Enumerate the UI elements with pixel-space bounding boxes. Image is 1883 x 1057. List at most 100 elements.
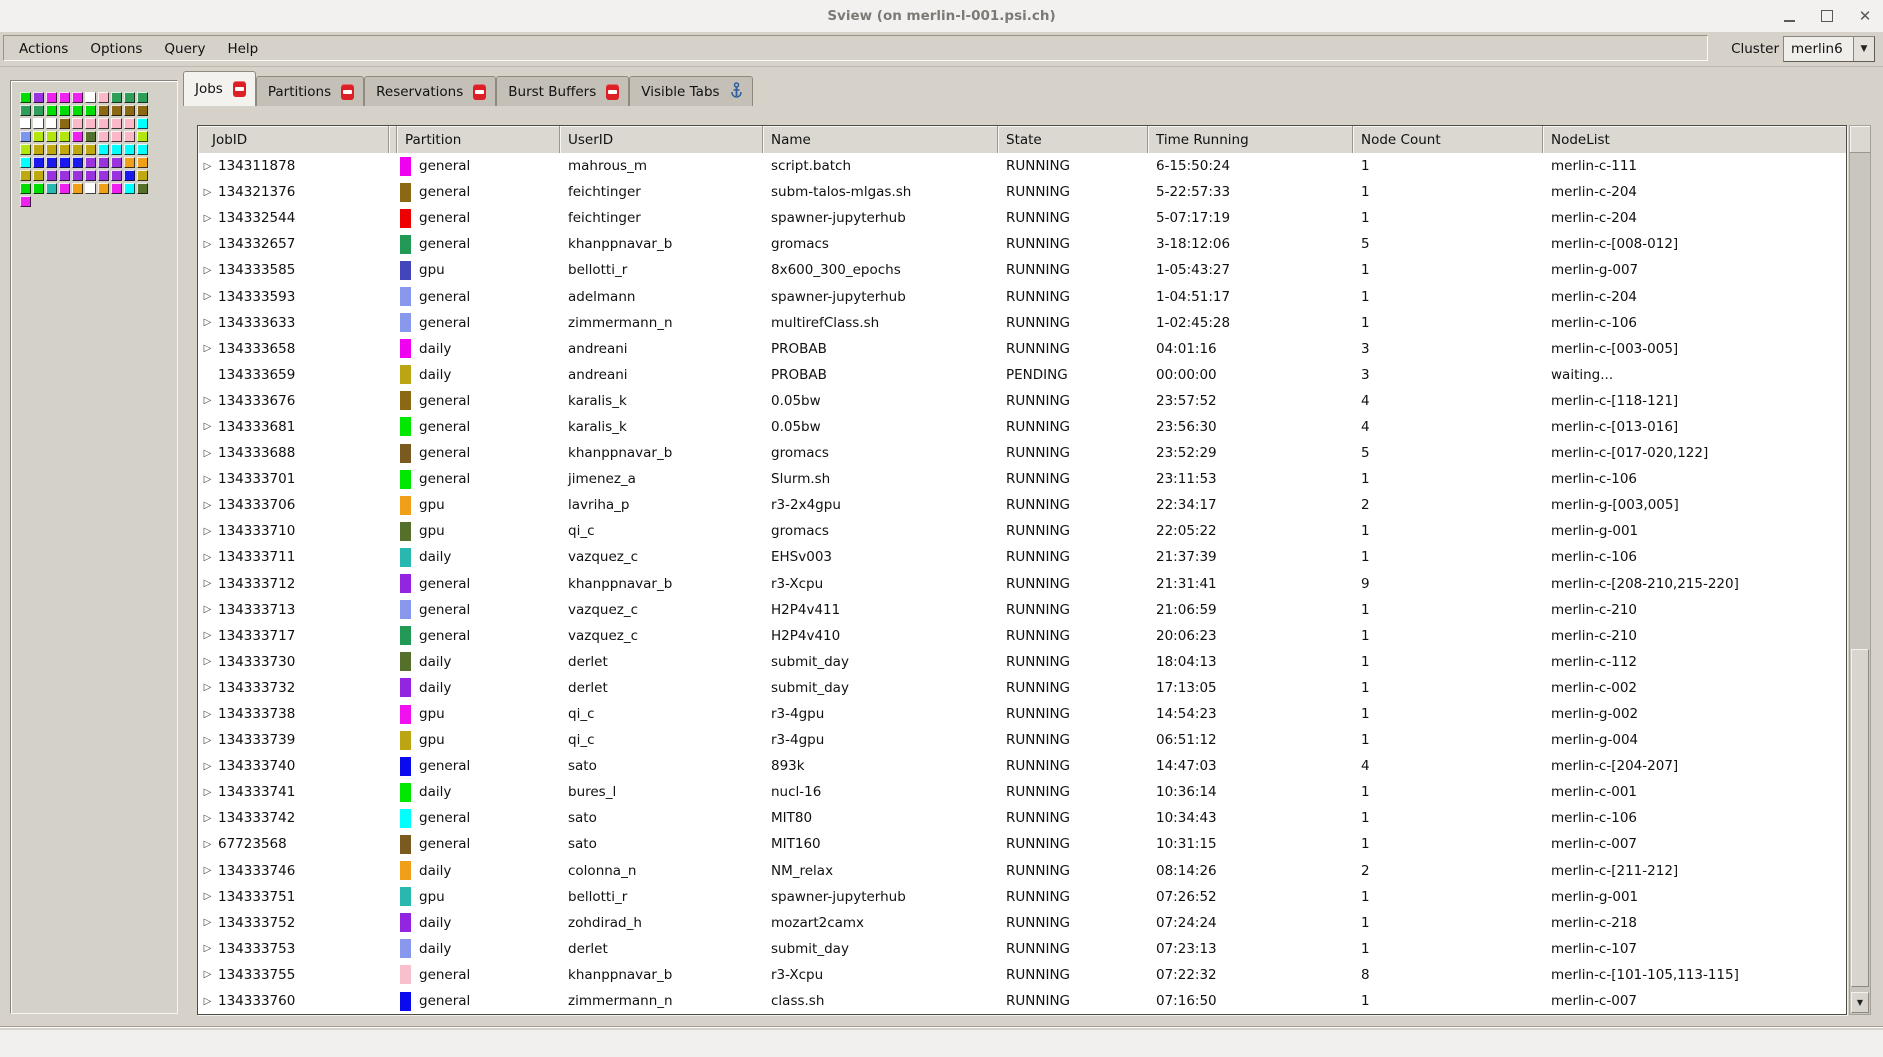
table-row[interactable]: ▷ 134333742 general sato MIT80 RUNNING 1… <box>198 805 1846 831</box>
table-row[interactable]: ▷ 134333658 daily andreani PROBAB RUNNIN… <box>198 336 1846 362</box>
node-square[interactable] <box>46 144 57 155</box>
node-square[interactable] <box>137 157 148 168</box>
column-header-partition[interactable]: Partition <box>397 126 560 153</box>
node-square[interactable] <box>33 144 44 155</box>
node-square[interactable] <box>72 105 83 116</box>
row-expander-icon[interactable]: ▷ <box>200 996 215 1007</box>
remove-tab-icon[interactable] <box>341 84 354 100</box>
remove-tab-icon[interactable] <box>233 81 246 97</box>
node-square[interactable] <box>137 92 148 103</box>
cluster-select[interactable]: merlin6 ▼ <box>1783 36 1875 62</box>
row-expander-icon[interactable]: ▷ <box>200 813 215 824</box>
node-square[interactable] <box>85 131 96 142</box>
column-header-state[interactable]: State <box>998 126 1148 153</box>
table-row[interactable]: ▷ 134333717 general vazquez_c H2P4v410 R… <box>198 623 1846 649</box>
node-square[interactable] <box>111 144 122 155</box>
node-square[interactable] <box>33 92 44 103</box>
table-row[interactable]: ▷ 134332544 general feichtinger spawner-… <box>198 205 1846 231</box>
node-square[interactable] <box>59 131 70 142</box>
node-square[interactable] <box>98 118 109 129</box>
chevron-down-icon[interactable]: ▼ <box>1853 37 1874 61</box>
node-square[interactable] <box>59 183 70 194</box>
row-expander-icon[interactable]: ▷ <box>200 474 215 485</box>
node-square[interactable] <box>59 144 70 155</box>
menu-help[interactable]: Help <box>216 37 269 61</box>
node-square[interactable] <box>46 183 57 194</box>
node-square[interactable] <box>85 157 96 168</box>
vertical-scrollbar[interactable]: ▼ <box>1849 125 1871 1015</box>
node-square[interactable] <box>111 131 122 142</box>
table-row[interactable]: ▷ 134333712 general khanppnavar_b r3-Xcp… <box>198 571 1846 597</box>
node-square[interactable] <box>111 92 122 103</box>
node-square[interactable] <box>46 157 57 168</box>
row-expander-icon[interactable]: ▷ <box>200 630 215 641</box>
node-square[interactable] <box>124 170 135 181</box>
menu-actions[interactable]: Actions <box>8 37 79 61</box>
row-expander-icon[interactable]: ▷ <box>200 709 215 720</box>
row-expander-icon[interactable]: ▷ <box>200 917 215 928</box>
table-row[interactable]: ▷ 67723568 general sato MIT160 RUNNING 1… <box>198 831 1846 857</box>
node-square[interactable] <box>20 157 31 168</box>
table-row[interactable]: ▷ 134333755 general khanppnavar_b r3-Xcp… <box>198 962 1846 988</box>
column-header-jobid[interactable]: JobID <box>198 126 389 153</box>
remove-tab-icon[interactable] <box>473 84 486 100</box>
node-square[interactable] <box>59 105 70 116</box>
column-header-spacer[interactable] <box>389 126 397 153</box>
table-row[interactable]: ▷ 134333713 general vazquez_c H2P4v411 R… <box>198 597 1846 623</box>
node-square[interactable] <box>124 118 135 129</box>
table-row[interactable]: ▷ 134333730 daily derlet submit_day RUNN… <box>198 649 1846 675</box>
row-expander-icon[interactable]: ▷ <box>200 891 215 902</box>
table-row[interactable]: ▷ 134333585 gpu bellotti_r 8x600_300_epo… <box>198 257 1846 283</box>
node-square[interactable] <box>98 92 109 103</box>
node-square[interactable] <box>20 131 31 142</box>
scroll-down-button[interactable]: ▼ <box>1851 992 1869 1013</box>
node-square[interactable] <box>98 144 109 155</box>
close-button[interactable]: ✕ <box>1857 8 1873 24</box>
node-square[interactable] <box>98 170 109 181</box>
table-row[interactable]: ▷ 134333746 daily colonna_n NM_relax RUN… <box>198 858 1846 884</box>
node-square[interactable] <box>46 118 57 129</box>
column-header-userid[interactable]: UserID <box>560 126 763 153</box>
node-square[interactable] <box>111 105 122 116</box>
node-square[interactable] <box>111 170 122 181</box>
node-square[interactable] <box>33 170 44 181</box>
tab-jobs[interactable]: Jobs <box>183 71 256 106</box>
node-square[interactable] <box>20 183 31 194</box>
node-square[interactable] <box>72 157 83 168</box>
node-square[interactable] <box>20 170 31 181</box>
row-expander-icon[interactable]: ▷ <box>200 656 215 667</box>
node-square[interactable] <box>137 118 148 129</box>
table-row[interactable]: ▷ 134333688 general khanppnavar_b gromac… <box>198 440 1846 466</box>
table-row[interactable]: ▷ 134333751 gpu bellotti_r spawner-jupyt… <box>198 884 1846 910</box>
node-square[interactable] <box>98 183 109 194</box>
node-square[interactable] <box>111 183 122 194</box>
node-square[interactable] <box>137 144 148 155</box>
node-square[interactable] <box>59 170 70 181</box>
node-square[interactable] <box>59 92 70 103</box>
node-square[interactable] <box>111 157 122 168</box>
table-row[interactable]: ▷ 134333741 daily bures_l nucl-16 RUNNIN… <box>198 779 1846 805</box>
table-row[interactable]: ▷ 134333710 gpu qi_c gromacs RUNNING 22:… <box>198 518 1846 544</box>
row-expander-icon[interactable]: ▷ <box>200 552 215 563</box>
tab-reservations[interactable]: Reservations <box>364 76 496 106</box>
node-square[interactable] <box>33 131 44 142</box>
row-expander-icon[interactable]: ▷ <box>200 500 215 511</box>
node-square[interactable] <box>33 157 44 168</box>
row-expander-icon[interactable]: ▷ <box>200 343 215 354</box>
table-row[interactable]: ▷ 134333659 daily andreani PROBAB PENDIN… <box>198 362 1846 388</box>
row-expander-icon[interactable]: ▷ <box>200 761 215 772</box>
scrollbar-corner-button[interactable] <box>1850 126 1870 153</box>
row-expander-icon[interactable]: ▷ <box>200 395 215 406</box>
node-square[interactable] <box>46 92 57 103</box>
node-square[interactable] <box>72 183 83 194</box>
scrollbar-thumb[interactable] <box>1851 649 1869 987</box>
node-square[interactable] <box>72 92 83 103</box>
node-square[interactable] <box>137 183 148 194</box>
table-row[interactable]: ▷ 134333760 general zimmermann_n class.s… <box>198 988 1846 1014</box>
row-expander-icon[interactable]: ▷ <box>200 448 215 459</box>
row-expander-icon[interactable]: ▷ <box>200 865 215 876</box>
node-square[interactable] <box>46 170 57 181</box>
node-square[interactable] <box>124 183 135 194</box>
row-expander-icon[interactable]: ▷ <box>200 604 215 615</box>
remove-tab-icon[interactable] <box>606 84 619 100</box>
